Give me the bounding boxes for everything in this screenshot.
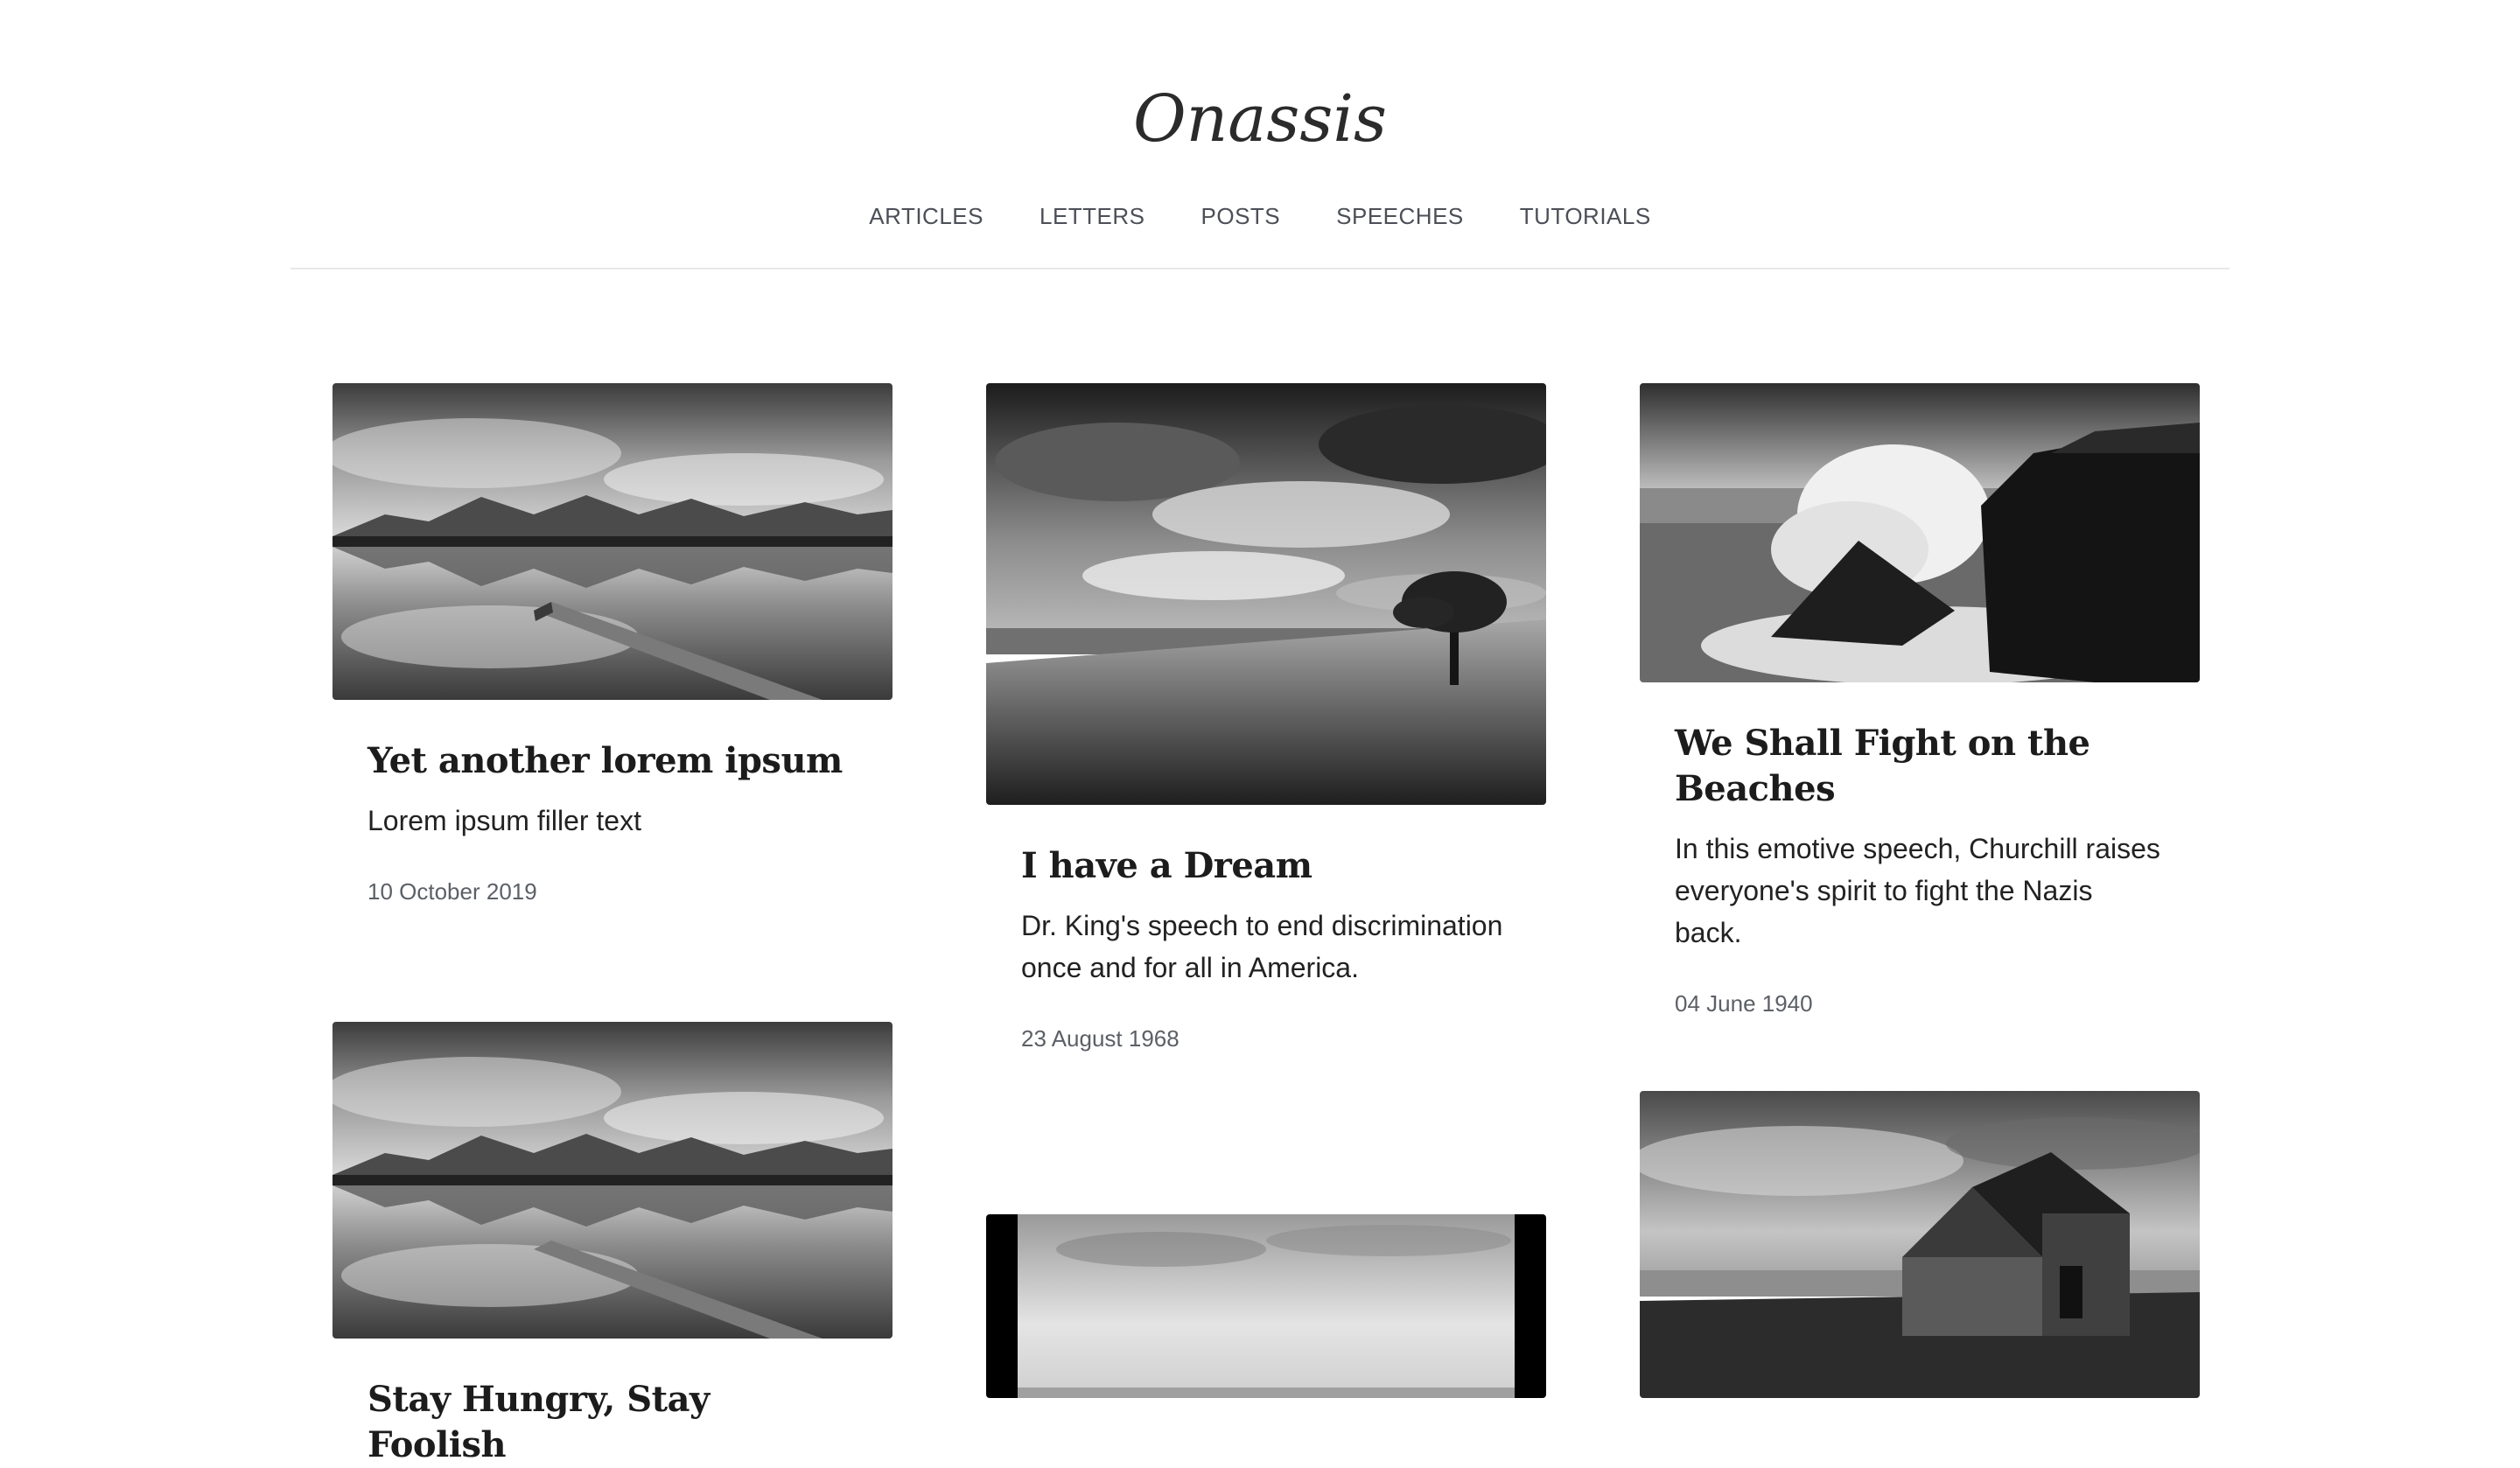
nav-item-tutorials[interactable]: TUTORIALS bbox=[1520, 203, 1651, 230]
post-card[interactable] bbox=[986, 1214, 1546, 1398]
post-date: 04 June 1940 bbox=[1675, 990, 1813, 1017]
post-description: Dr. King's speech to end discrimination … bbox=[1021, 910, 1503, 983]
post-title[interactable]: I have a Dream bbox=[1021, 843, 1511, 889]
post-image-lake-pier[interactable] bbox=[332, 383, 892, 700]
header-divider bbox=[290, 268, 2230, 269]
post-date: 23 August 1968 bbox=[1021, 1025, 1180, 1052]
nav-item-posts[interactable]: POSTS bbox=[1201, 203, 1281, 230]
post-image-calm-sea[interactable] bbox=[986, 1214, 1546, 1398]
post-description: Lorem ipsum filler text bbox=[368, 805, 641, 836]
post-card[interactable]: Stay Hungry, Stay Foolish bbox=[332, 1022, 892, 1468]
site-title[interactable]: Onassis bbox=[0, 75, 2520, 163]
nav-item-letters[interactable]: LETTERS bbox=[1040, 203, 1145, 230]
nav-item-articles[interactable]: ARTICLES bbox=[869, 203, 984, 230]
post-title[interactable]: We Shall Fight on the Beaches bbox=[1675, 721, 2165, 812]
post-card[interactable]: I have a Dream Dr. King's speech to end … bbox=[986, 383, 1546, 1053]
post-image-lake-pier[interactable] bbox=[332, 1022, 892, 1339]
post-card[interactable]: Yet another lorem ipsum Lorem ipsum fill… bbox=[332, 383, 892, 906]
post-image-lone-tree[interactable] bbox=[986, 383, 1546, 805]
nav-item-speeches[interactable]: SPEECHES bbox=[1336, 203, 1464, 230]
post-image-stone-church[interactable] bbox=[1640, 1091, 2200, 1398]
post-date: 10 October 2019 bbox=[368, 878, 537, 905]
post-card[interactable] bbox=[1640, 1091, 2200, 1398]
post-title[interactable]: Yet another lorem ipsum bbox=[368, 738, 858, 784]
main-nav: ARTICLES LETTERS POSTS SPEECHES TUTORIAL… bbox=[0, 203, 2520, 230]
post-card[interactable]: We Shall Fight on the Beaches In this em… bbox=[1640, 383, 2200, 1018]
post-title[interactable]: Stay Hungry, Stay Foolish bbox=[368, 1377, 858, 1468]
post-image-ocean-waves[interactable] bbox=[1640, 383, 2200, 682]
post-description: In this emotive speech, Churchill raises… bbox=[1675, 833, 2160, 948]
